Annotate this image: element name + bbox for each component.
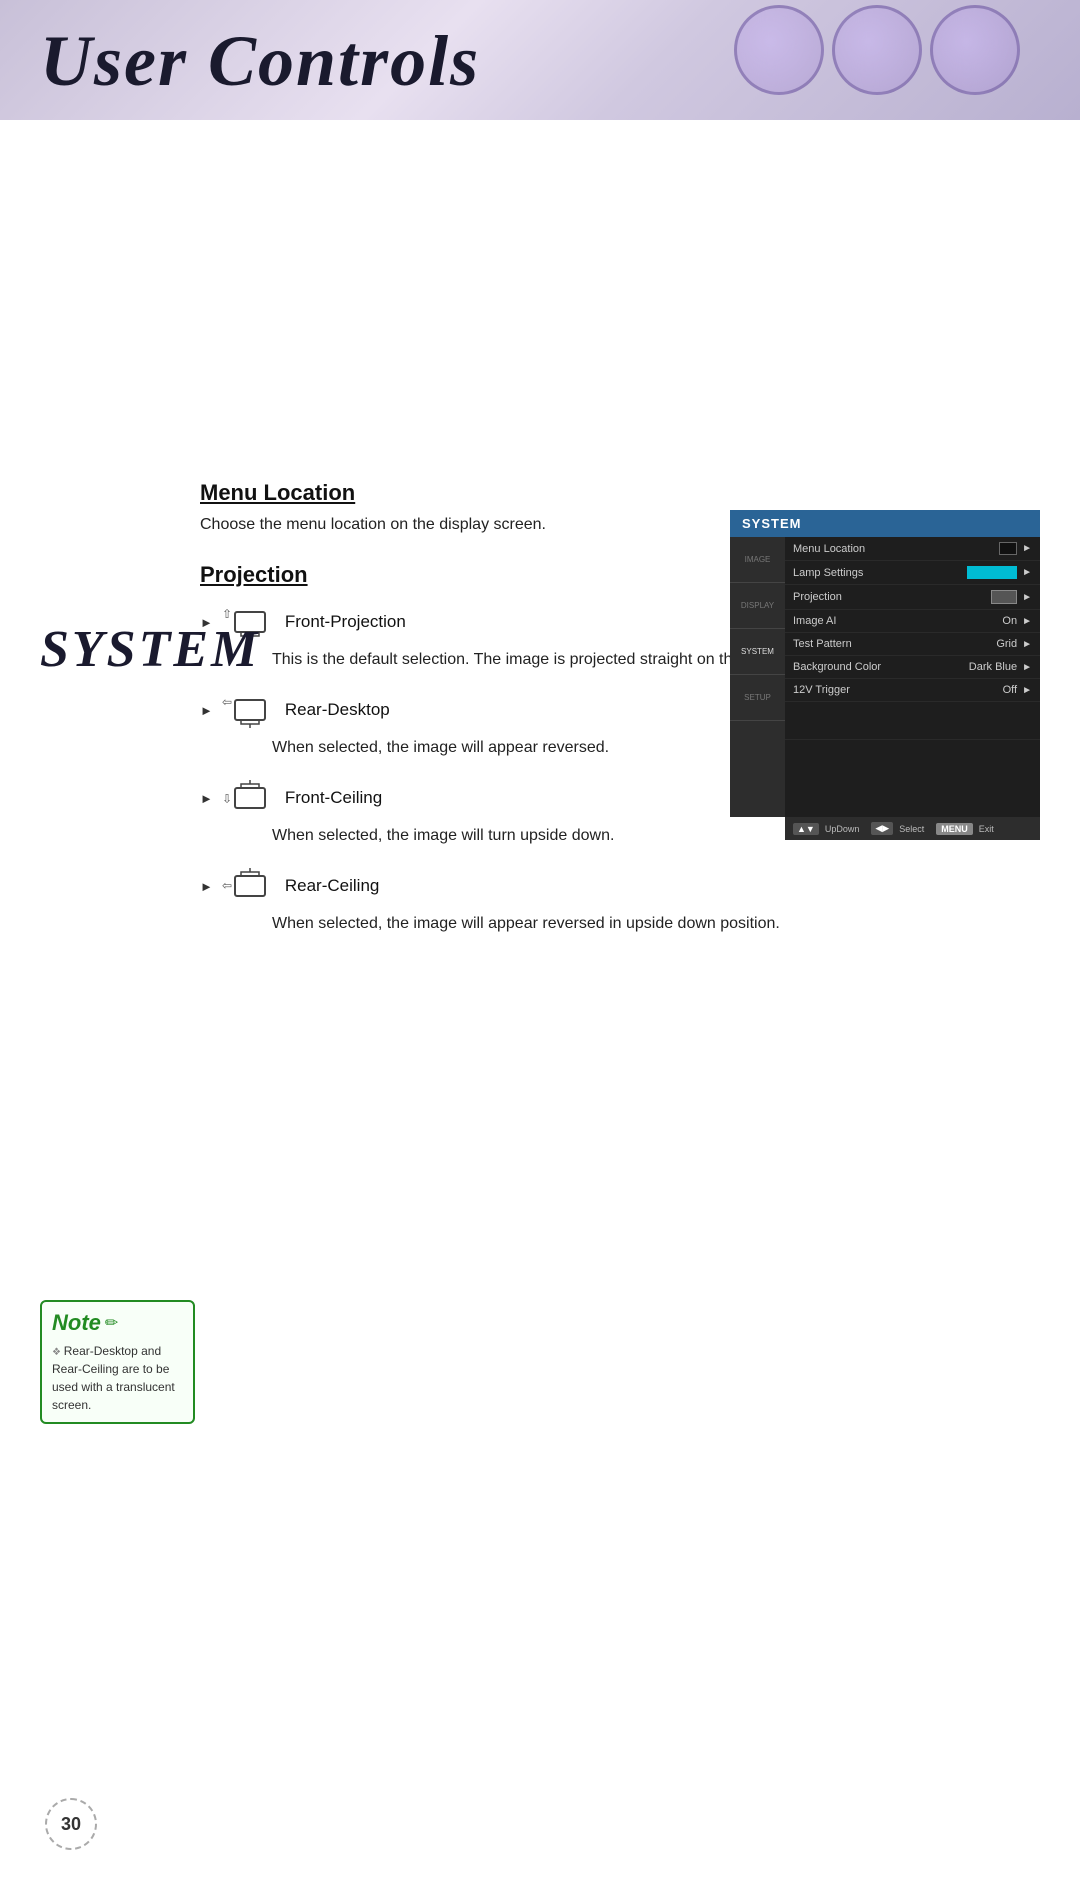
page-number: 30 (45, 1798, 97, 1850)
osd-arrow-4: ► (1022, 616, 1032, 627)
osd-arrow-1: ► (1022, 543, 1032, 554)
pencil-icon: ✏ (105, 1313, 118, 1333)
svg-text:⇧: ⇧ (222, 607, 232, 621)
osd-body: IMAGE DISPLAY SYSTEM SETUP Menu Location… (730, 537, 1040, 817)
osd-row-12v-trigger[interactable]: 12V Trigger Off ► (785, 679, 1040, 702)
osd-row-lamp-settings[interactable]: Lamp Settings ► (785, 561, 1040, 585)
osd-menu-rows: Menu Location ► Lamp Settings ► Projecti… (785, 537, 1040, 817)
osd-arrow-7: ► (1022, 685, 1032, 696)
proj-label-front-ceiling: Front-Ceiling (285, 788, 382, 808)
sidebar-item-setup[interactable]: SETUP (730, 675, 785, 721)
osd-row-background-color[interactable]: Background Color Dark Blue ► (785, 656, 1040, 679)
menu-location-title: Menu Location (200, 480, 1040, 506)
header-banner: User Controls (0, 0, 1080, 120)
note-box: Note ✏ ❖ Rear-Desktop and Rear-Ceiling a… (40, 1300, 195, 1424)
proj-arrow-rear-ceiling: ► (200, 879, 213, 894)
note-content: ❖ Rear-Desktop and Rear-Ceiling are to b… (52, 1342, 183, 1414)
note-title-text: Note (52, 1310, 101, 1336)
svg-text:⇦: ⇦ (222, 695, 232, 709)
osd-arrow-6: ► (1022, 662, 1032, 673)
lamp-settings-swatch (967, 566, 1017, 579)
osd-empty-row-1 (785, 702, 1040, 740)
proj-arrow-front-ceiling: ► (200, 791, 213, 806)
bg-color-value: Dark Blue (969, 661, 1017, 673)
deco-circle-2 (832, 5, 922, 95)
osd-arrow-3: ► (1022, 592, 1032, 603)
projection-swatch (991, 590, 1017, 604)
sidebar-item-system[interactable]: SYSTEM (730, 629, 785, 675)
proj-desc-rear-ceiling: When selected, the image will appear rev… (272, 912, 1040, 936)
osd-title-bar: SYSTEM (730, 510, 1040, 537)
note-header: Note ✏ (52, 1310, 183, 1336)
front-ceiling-icon: ⇧ (221, 780, 273, 816)
osd-empty-row-2 (785, 740, 1040, 778)
svg-text:⇧: ⇧ (222, 791, 232, 805)
deco-circle-3 (930, 5, 1020, 95)
updown-label: UpDown (825, 824, 860, 834)
updown-icon: ▲▼ (793, 823, 819, 835)
osd-row-projection[interactable]: Projection ► (785, 585, 1040, 610)
menu-button[interactable]: MENU (936, 823, 973, 835)
osd-row-test-pattern[interactable]: Test Pattern Grid ► (785, 633, 1040, 656)
deco-circle-1 (734, 5, 824, 95)
test-pattern-value: Grid (996, 638, 1017, 650)
header-decoration (734, 5, 1020, 95)
menu-location-swatch (999, 542, 1017, 555)
sidebar-item-image[interactable]: IMAGE (730, 537, 785, 583)
osd-arrow-2: ► (1022, 567, 1032, 578)
osd-row-menu-location[interactable]: Menu Location ► (785, 537, 1040, 561)
osd-panel: SYSTEM IMAGE DISPLAY SYSTEM SETUP Menu L… (730, 510, 1040, 840)
osd-sidebar: IMAGE DISPLAY SYSTEM SETUP (730, 537, 785, 817)
proj-label-rear-desktop: Rear-Desktop (285, 700, 390, 720)
rear-ceiling-icon: ⇦ (221, 868, 273, 904)
proj-arrow-rear-desktop: ► (200, 703, 213, 718)
svg-text:⇦: ⇦ (222, 879, 232, 893)
exit-label: Exit (979, 824, 994, 834)
sidebar-item-display[interactable]: DISPLAY (730, 583, 785, 629)
osd-arrow-5: ► (1022, 639, 1032, 650)
proj-item-rear-ceiling: ► ⇦ Rear-Ceiling (200, 868, 1040, 904)
select-label: Select (899, 824, 924, 834)
osd-footer: ▲▼ UpDown ◀▶ Select MENU Exit (785, 817, 1040, 840)
proj-label-front: Front-Projection (285, 612, 406, 632)
system-section-heading: SYSTEM (40, 620, 260, 679)
image-ai-value: On (1002, 615, 1017, 627)
osd-row-image-ai[interactable]: Image AI On ► (785, 610, 1040, 633)
select-icon: ◀▶ (871, 822, 893, 835)
proj-label-rear-ceiling: Rear-Ceiling (285, 876, 379, 896)
trigger-value: Off (1003, 684, 1017, 696)
rear-desktop-icon: ⇦ (221, 692, 273, 728)
page-title: User Controls (40, 20, 480, 103)
